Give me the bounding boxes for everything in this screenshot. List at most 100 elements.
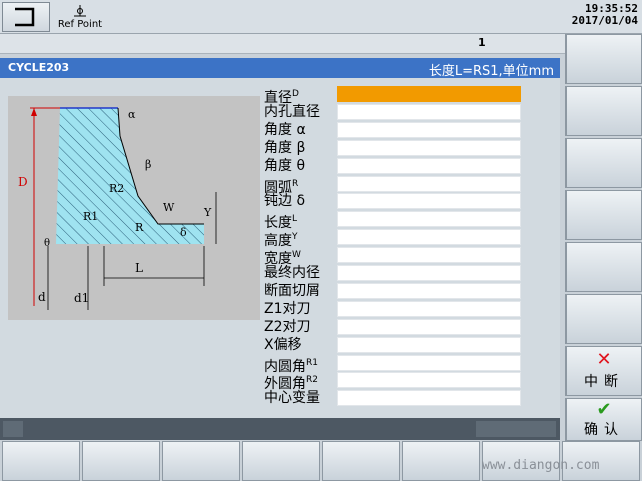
watermark-text: www.diangon.com xyxy=(482,458,600,473)
menu-bracket-icon xyxy=(15,7,35,27)
param-input[interactable] xyxy=(337,247,521,264)
diagram-label-d-small: d xyxy=(38,290,46,304)
param-label-symbol: R xyxy=(292,178,299,189)
param-input[interactable] xyxy=(337,372,521,389)
param-label-symbol: L xyxy=(292,214,298,225)
param-label-symbol: R1 xyxy=(306,357,318,368)
vertical-softkey-6[interactable] xyxy=(565,294,642,344)
param-label: 圆弧R xyxy=(264,175,299,196)
param-label: 角度 β xyxy=(264,139,305,157)
diagram-label-theta: θ xyxy=(44,238,50,249)
confirm-button[interactable]: ✔ 确认 xyxy=(565,398,642,441)
param-input[interactable] xyxy=(337,282,521,299)
horizontal-softkey-2[interactable] xyxy=(82,441,160,481)
param-label: 长度L xyxy=(264,210,298,231)
horizontal-softkey-5[interactable] xyxy=(322,441,400,481)
cycle-help-diagram: D α β R2 W R Y δ R1 θ L d d1 xyxy=(8,96,260,320)
param-label-text: 钝边 δ xyxy=(264,193,306,210)
param-input[interactable] xyxy=(337,193,521,210)
param-input[interactable] xyxy=(337,103,521,120)
horizontal-softkey-1[interactable] xyxy=(2,441,80,481)
param-label-text: 角度 θ xyxy=(264,157,306,174)
abort-button[interactable]: ✕ 中断 xyxy=(565,346,642,396)
cycle-name: CYCLE203 xyxy=(8,61,70,74)
param-label: 中心变量 xyxy=(264,389,320,407)
param-label-text: 角度 β xyxy=(264,139,306,156)
clock-date: 2017/01/04 xyxy=(571,14,638,27)
ref-point-label: Ref Point xyxy=(57,19,103,30)
param-input[interactable] xyxy=(337,175,521,192)
horizontal-softkey-3[interactable] xyxy=(162,441,240,481)
param-label: 宽度W xyxy=(264,246,301,267)
param-label: 内孔直径 xyxy=(264,103,320,121)
cycle-info: 长度L=RS1,单位mm xyxy=(428,64,554,79)
status-segment-right xyxy=(476,421,556,437)
param-label: 高度Y xyxy=(264,228,298,249)
diagram-label-r1: R1 xyxy=(83,210,98,223)
diagram-label-beta: β xyxy=(145,158,151,171)
operating-area-button[interactable] xyxy=(2,2,50,32)
param-input[interactable] xyxy=(337,300,521,317)
param-label: X偏移 xyxy=(264,336,302,354)
param-label-symbol: D xyxy=(292,89,299,99)
clock: 19:35:52 2017/01/04 xyxy=(518,3,638,27)
close-icon: ✕ xyxy=(596,349,612,370)
param-label-symbol: Y xyxy=(292,232,298,243)
param-label: Z1对刀 xyxy=(264,300,311,318)
param-input[interactable] xyxy=(337,354,521,371)
param-label-text: 中心变量 xyxy=(264,390,320,407)
vertical-softkey-1[interactable] xyxy=(565,34,642,84)
param-input[interactable] xyxy=(337,121,521,138)
param-label-text: Z1对刀 xyxy=(264,300,311,317)
param-label-symbol: W xyxy=(292,250,301,261)
status-bar xyxy=(0,418,560,440)
vertical-softkey-4[interactable] xyxy=(565,190,642,240)
param-label: 外圆角R2 xyxy=(264,371,318,392)
diagram-label-d1: d1 xyxy=(74,291,89,305)
param-input[interactable] xyxy=(337,390,521,407)
param-label-text: 内孔直径 xyxy=(264,103,320,120)
horizontal-softkey-4[interactable] xyxy=(242,441,320,481)
abort-label: 中断 xyxy=(584,374,624,390)
diagram-label-w: W xyxy=(163,201,175,214)
param-label: 角度 θ xyxy=(264,157,305,175)
param-label-text: 断面切屑 xyxy=(264,282,320,299)
param-input[interactable] xyxy=(337,229,521,246)
param-input[interactable] xyxy=(337,336,521,353)
param-input[interactable] xyxy=(337,157,521,174)
param-label: 断面切屑 xyxy=(264,282,320,300)
param-input[interactable] xyxy=(337,265,521,281)
status-segment-left xyxy=(3,421,23,437)
confirm-label: 确认 xyxy=(584,422,624,438)
param-label-text: 最终内径 xyxy=(264,265,320,281)
cycle-title-bar: CYCLE203 长度L=RS1,单位mm xyxy=(0,58,560,79)
param-label-text: X偏移 xyxy=(264,336,302,353)
diagram-label-r2: R2 xyxy=(109,182,124,195)
vertical-softkey-2[interactable] xyxy=(565,86,642,136)
param-input-active[interactable] xyxy=(337,86,521,102)
diagram-label-delta: δ xyxy=(180,226,187,239)
diagram-label-l: L xyxy=(135,261,143,275)
ref-point-icon xyxy=(74,5,86,17)
diagram-label-y: Y xyxy=(203,206,212,219)
param-input[interactable] xyxy=(337,139,521,156)
param-label: Z2对刀 xyxy=(264,318,311,336)
horizontal-softkey-6[interactable] xyxy=(402,441,480,481)
param-label: 内圆角R1 xyxy=(264,354,318,375)
param-label-text: 角度 α xyxy=(264,121,306,138)
groove-profile-diagram: D α β R2 W R Y δ R1 θ L d d1 xyxy=(18,107,217,310)
param-label-symbol: R2 xyxy=(306,375,318,386)
param-input[interactable] xyxy=(337,211,521,228)
param-label: 最终内径 xyxy=(264,264,320,282)
vertical-softkey-5[interactable] xyxy=(565,242,642,292)
param-label: 钝边 δ xyxy=(264,192,305,210)
param-label: 角度 α xyxy=(264,121,306,139)
diagram-label-d: D xyxy=(18,175,28,189)
param-input[interactable] xyxy=(337,318,521,335)
param-label: 直径D xyxy=(264,85,299,106)
channel-number: 1 xyxy=(478,36,486,49)
ref-point-indicator: Ref Point xyxy=(54,2,106,32)
channel-row: 1 xyxy=(0,34,565,54)
checkmark-icon: ✔ xyxy=(596,399,612,420)
vertical-softkey-3[interactable] xyxy=(565,138,642,188)
